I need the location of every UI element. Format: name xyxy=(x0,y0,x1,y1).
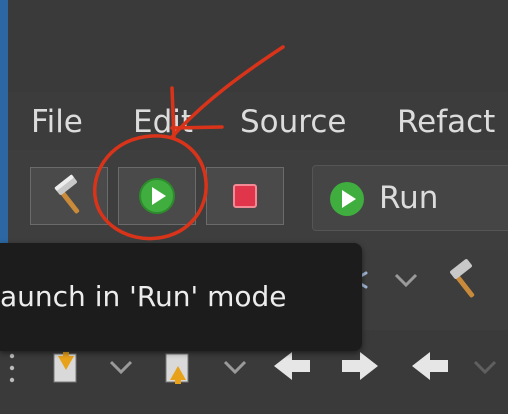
annotation-arrow-shaft xyxy=(170,45,285,139)
annotation-overlay xyxy=(93,45,285,241)
annotation-circle xyxy=(93,134,208,241)
annotation-arrow-head-vertical xyxy=(170,86,176,140)
annotation-arrow-head-horizontal xyxy=(170,125,224,130)
